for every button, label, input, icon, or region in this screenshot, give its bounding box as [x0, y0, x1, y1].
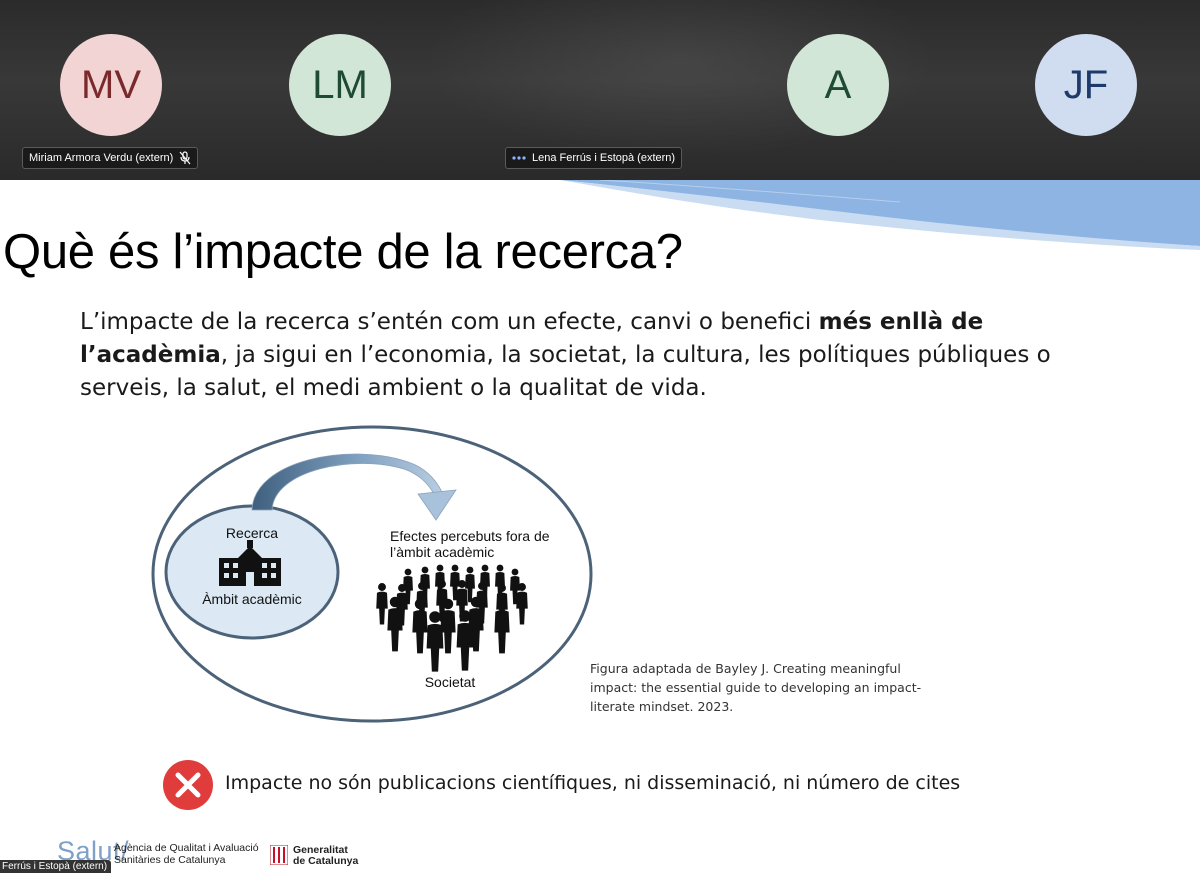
- avatar-initials: MV: [81, 62, 141, 107]
- impact-diagram: Recerca Àmbit acadèmic Efectes percebuts…: [151, 425, 593, 723]
- gencat-line-2: de Catalunya: [293, 855, 359, 867]
- aquas-line-2: Sanitàries de Catalunya: [114, 854, 226, 866]
- not-impact-statement: Impacte no són publicacions científiques…: [225, 772, 961, 794]
- body-text-part: , ja sigui en l’economia, la societat, l…: [80, 342, 1051, 401]
- participant-avatar-jf[interactable]: JF: [1035, 34, 1137, 136]
- participant-name: Lena Ferrús i Estopà (extern): [532, 152, 676, 164]
- diagram-label-effects-1: Efectes percebuts fora de: [390, 528, 550, 544]
- cross-no-icon: [163, 760, 213, 810]
- avatar-initials: LM: [312, 62, 368, 107]
- participant-avatar-mv[interactable]: MV: [60, 34, 162, 136]
- figure-caption: Figura adaptada de Bayley J. Creating me…: [590, 661, 922, 714]
- participant-name-tag[interactable]: Miriam Armora Verdu (extern): [22, 147, 199, 169]
- generalitat-flag-icon: [270, 845, 288, 865]
- body-text-part: L’impacte de la recerca s’entén com un e…: [80, 309, 819, 335]
- aquas-line-1: Agència de Qualitat i Avaluació: [114, 842, 259, 854]
- avatar-initials: JF: [1063, 62, 1109, 107]
- participant-avatar-a[interactable]: A: [787, 34, 889, 136]
- diagram-label-ambit-academic: Àmbit acadèmic: [202, 591, 302, 607]
- generalitat-logo-text: Generalitat de Catalunya: [293, 845, 358, 867]
- participant-name: Miriam Armora Verdu (extern): [29, 152, 174, 164]
- diagram-label-effects-2: l’àmbit acadèmic: [390, 544, 494, 560]
- participant-avatar-lm[interactable]: LM: [289, 34, 391, 136]
- mic-muted-icon: [179, 151, 191, 165]
- video-call-participant-strip: MV LM A JF Miriam Armora Verdu (extern) …: [0, 0, 1200, 180]
- participant-name-tag[interactable]: Lena Ferrús i Estopà (extern): [505, 147, 683, 169]
- diagram-label-recerca: Recerca: [226, 525, 278, 541]
- slide-body-text: L’impacte de la recerca s’entén com un e…: [80, 306, 1080, 405]
- diagram-label-societat: Societat: [425, 674, 476, 690]
- presenter-name-tag[interactable]: Ferrús i Estopà (extern): [0, 860, 112, 873]
- aquas-logo-text: Agència de Qualitat i Avaluació Sanitàri…: [114, 842, 259, 866]
- slide-title: Què és l’impacte de la recerca?: [3, 225, 683, 279]
- avatar-initials: A: [824, 62, 852, 107]
- speaking-dots-icon: [512, 156, 526, 160]
